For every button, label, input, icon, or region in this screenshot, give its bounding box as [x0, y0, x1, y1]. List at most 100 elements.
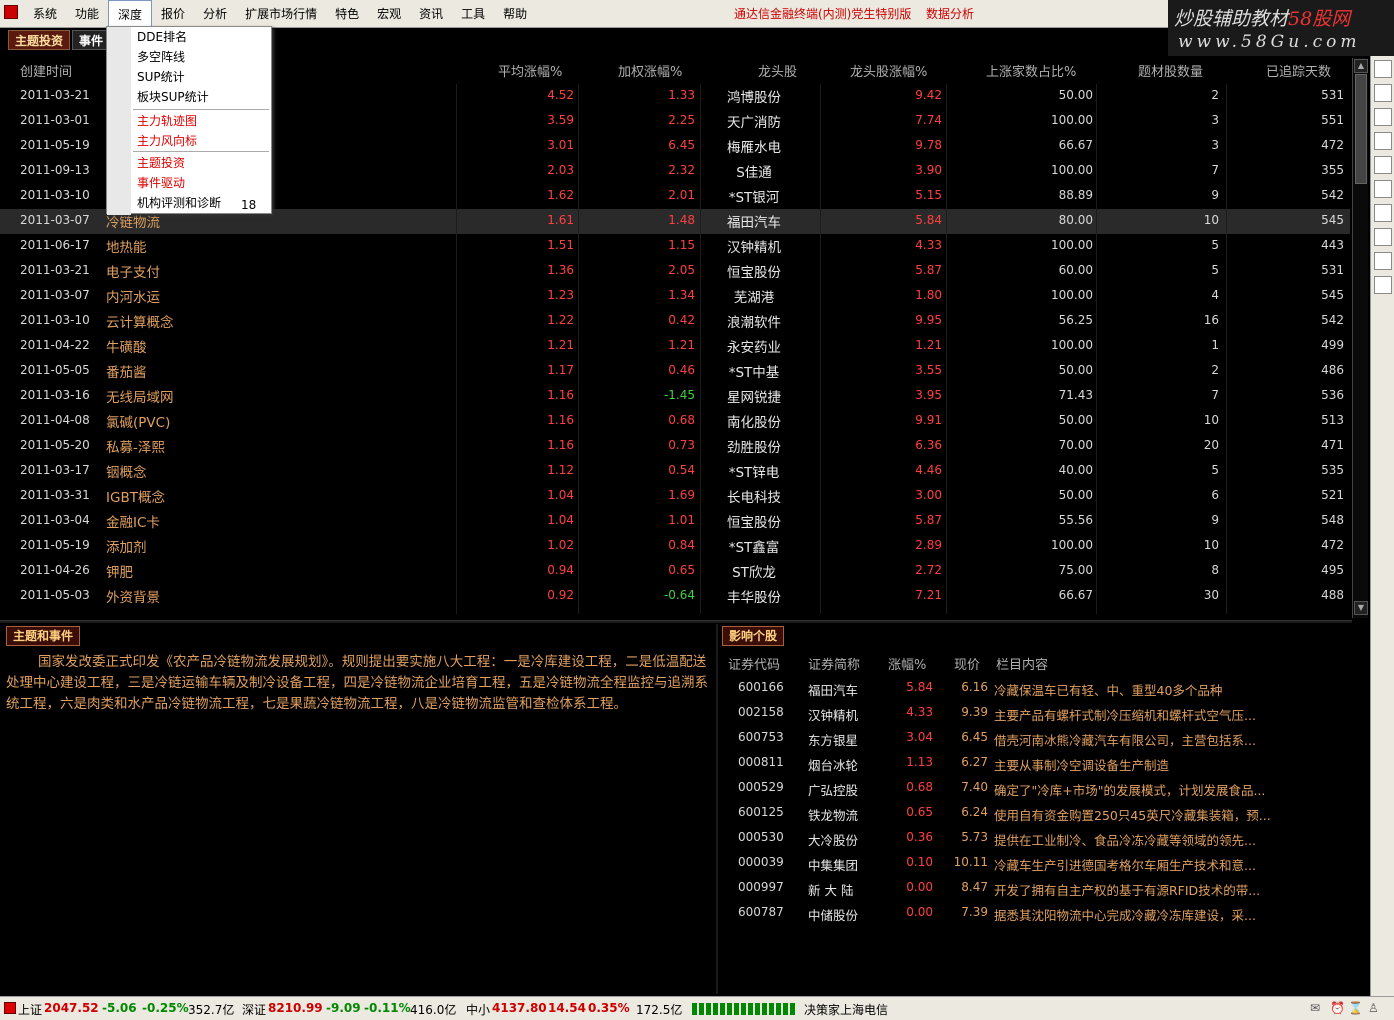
dropdown-item-2[interactable]: SUP统计 — [137, 67, 185, 87]
search-icon[interactable] — [1374, 276, 1392, 294]
sh-value[interactable]: 2047.52 — [44, 1001, 99, 1015]
menu-8[interactable]: 资讯 — [410, 0, 452, 28]
impact-price: 10.11 — [953, 855, 988, 869]
dropdown-item-5[interactable]: 主力风向标 — [137, 131, 197, 151]
alarm-icon[interactable]: ⏰ — [1330, 1001, 1345, 1015]
impact-row[interactable]: 600753 东方银星 3.04 6.45 借壳河南冰熊冷藏汽车有限公司，主营包括系..… — [720, 726, 1350, 751]
chart-icon[interactable] — [1374, 84, 1392, 102]
impact-row[interactable]: 600166 福田汽车 5.84 6.16 冷藏保温车已有轻、中、重型40多个品种 — [720, 676, 1350, 701]
zx-value[interactable]: 4137.80 — [492, 1001, 547, 1015]
impact-col-4[interactable]: 栏目内容 — [996, 654, 1048, 673]
impact-row[interactable]: 000811 烟台冰轮 1.13 6.27 主要从事制冷空调设备生产制造 — [720, 751, 1350, 776]
table-row[interactable]: 2011-04-08 氯碱(PVC) 1.16 0.68 南化股份 9.91 50.00 10… — [0, 409, 1350, 434]
cell-date: 2011-05-03 — [20, 588, 90, 602]
table-row[interactable]: 2011-05-03 外资背景 0.92 -0.64 丰华股份 7.21 66.67 30 48… — [0, 584, 1350, 609]
person-icon[interactable]: ♙ — [1368, 1001, 1379, 1015]
dropdown-item-0[interactable]: DDE排名 — [137, 27, 187, 47]
impact-row[interactable]: 000039 中集集团 0.10 10.11 冷藏车生产引进德国考格尔车厢生产技术和意.… — [720, 851, 1350, 876]
menu-10[interactable]: 帮助 — [494, 0, 536, 28]
col-header-0[interactable]: 创建时间 — [20, 61, 72, 80]
table-row[interactable]: 2011-04-22 牛磺酸 1.21 1.21 永安药业 1.21 100.00 1 499 — [0, 334, 1350, 359]
hourglass-icon[interactable]: ⌛ — [1348, 1001, 1363, 1015]
table-row[interactable]: 2011-03-31 IGBT概念 1.04 1.69 长电科技 3.00 50.00 6 52… — [0, 484, 1350, 509]
impact-chg: 0.36 — [906, 830, 933, 844]
table-row[interactable]: 2011-03-21 电子支付 1.36 2.05 恒宝股份 5.87 60.00 5 531 — [0, 259, 1350, 284]
impact-col-3[interactable]: 现价 — [954, 654, 980, 673]
scroll-down-icon[interactable]: ▼ — [1354, 601, 1368, 615]
dropdown-item-4[interactable]: 主力轨迹图 — [137, 111, 197, 131]
mail-icon[interactable]: ✉ — [1310, 1001, 1320, 1015]
sz-pct: -0.11% — [364, 1001, 411, 1015]
cell-weighted: 1.33 — [668, 88, 695, 102]
list-icon[interactable] — [1374, 132, 1392, 150]
col-header-7[interactable]: 已追踪天数 — [1266, 61, 1331, 80]
menu-4[interactable]: 分析 — [194, 0, 236, 28]
table-row[interactable]: 2011-05-05 番茄酱 1.17 0.46 *ST中基 3.55 50.00 2 486 — [0, 359, 1350, 384]
table-row[interactable]: 2011-05-20 私募-泽熙 1.16 0.73 劲胜股份 6.36 70.00 20 47… — [0, 434, 1350, 459]
table-row[interactable]: 2011-03-10 云计算概念 1.22 0.42 浪潮软件 9.95 56.25 16 54… — [0, 309, 1350, 334]
impact-col-0[interactable]: 证券代码 — [728, 654, 780, 673]
trend-icon[interactable] — [1374, 108, 1392, 126]
col-header-6[interactable]: 题材股数量 — [1138, 61, 1203, 80]
table-row[interactable]: 2011-03-17 铟概念 1.12 0.54 *ST锌电 4.46 40.00 5 535 — [0, 459, 1350, 484]
col-header-1[interactable]: 平均涨幅% — [498, 61, 562, 80]
menu-5[interactable]: 扩展市场行情 — [236, 0, 326, 28]
table-row[interactable]: 2011-03-04 金融IC卡 1.04 1.01 恒宝股份 5.87 55.56 9 548 — [0, 509, 1350, 534]
table-scrollbar[interactable]: ▲ ▼ — [1352, 58, 1368, 618]
scroll-thumb[interactable] — [1355, 74, 1367, 184]
table-row[interactable]: 2011-04-26 钾肥 0.94 0.65 ST欣龙 2.72 75.00 8 495 — [0, 559, 1350, 584]
cell-days: 443 — [1321, 238, 1344, 252]
impact-row[interactable]: 000529 广弘控股 0.68 7.40 确定了"冷库+市场"的发展模式，计划发展食品… — [720, 776, 1350, 801]
fx-icon[interactable] — [1374, 252, 1392, 270]
dropdown-item-1[interactable]: 多空阵线 — [137, 47, 185, 67]
sz-value[interactable]: 8210.99 — [268, 1001, 323, 1015]
impact-code: 600787 — [738, 905, 784, 919]
news-icon[interactable] — [1374, 180, 1392, 198]
tab-event[interactable]: 事件 — [72, 30, 111, 50]
menu-3[interactable]: 报价 — [152, 0, 194, 28]
impact-col-2[interactable]: 涨幅% — [888, 654, 926, 673]
col-header-2[interactable]: 加权涨幅% — [618, 61, 682, 80]
table-row[interactable]: 2011-03-07 内河水运 1.23 1.34 芜湖港 1.80 100.00 4 545 — [0, 284, 1350, 309]
finance-icon[interactable] — [1374, 156, 1392, 174]
quote-icon[interactable] — [1374, 60, 1392, 78]
impact-row[interactable]: 000530 大冷股份 0.36 5.73 提供在工业制冷、食品冷冻冷藏等领域的领先..… — [720, 826, 1350, 851]
scroll-up-icon[interactable]: ▲ — [1354, 59, 1368, 73]
impact-row[interactable]: 600125 铁龙物流 0.65 6.24 使用自有资金购置250只45英尺冷藏集装箱，… — [720, 801, 1350, 826]
impact-chg: 0.00 — [906, 880, 933, 894]
dropdown-item-8[interactable]: 机构评测和诊断 — [137, 193, 221, 213]
impact-col-1[interactable]: 证券简称 — [808, 654, 860, 673]
cell-theme-name: 氯碱(PVC) — [106, 415, 171, 431]
menu-7[interactable]: 宏观 — [368, 0, 410, 28]
table-row[interactable]: 2011-05-19 添加剂 1.02 0.84 *ST鑫富 2.89 100.00 10 47… — [0, 534, 1350, 559]
menu-9[interactable]: 工具 — [452, 0, 494, 28]
tab-theme-invest[interactable]: 主题投资 — [8, 30, 71, 50]
dropdown-item-3[interactable]: 板块SUP统计 — [137, 87, 209, 107]
menu-0[interactable]: 系统 — [24, 0, 66, 28]
cell-date: 2011-03-21 — [20, 88, 90, 102]
impact-row[interactable]: 600787 中储股份 0.00 7.39 据悉其沈阳物流中心完成冷藏冷冻库建设，采..… — [720, 901, 1350, 926]
cell-weighted: 0.84 — [668, 538, 695, 552]
cell-count: 20 — [1203, 438, 1219, 452]
col-header-3[interactable]: 龙头股 — [758, 61, 797, 80]
cell-theme-name: 外资背景 — [106, 590, 160, 606]
cell-leader: 梅雁水电 — [727, 140, 781, 156]
data-analysis-link[interactable]: 数据分析 — [926, 0, 974, 28]
col-header-5[interactable]: 上涨家数占比% — [986, 61, 1076, 80]
cell-leader: 恒宝股份 — [727, 265, 781, 281]
dropdown-item-6[interactable]: 主题投资 — [137, 153, 185, 173]
dropdown-item-7[interactable]: 事件驱动 — [137, 173, 185, 193]
table-row[interactable]: 2011-03-16 无线局域网 1.16 -1.45 星网锐捷 3.95 71.43 7 53… — [0, 384, 1350, 409]
cell-date: 2011-04-26 — [20, 563, 90, 577]
f10-icon[interactable] — [1374, 204, 1392, 222]
menu-2[interactable]: 深度 — [108, 0, 153, 28]
menu-1[interactable]: 功能 — [66, 0, 108, 28]
table-row[interactable]: 2011-06-17 地热能 1.51 1.15 汉钟精机 4.33 100.00 5 443 — [0, 234, 1350, 259]
impact-row[interactable]: 000997 新 大 陆 0.00 8.47 开发了拥有自主产权的基于有源RFID技术的… — [720, 876, 1350, 901]
impact-price: 6.27 — [961, 755, 988, 769]
col-header-4[interactable]: 龙头股涨幅% — [850, 61, 927, 80]
cell-theme-name: 牛磺酸 — [106, 340, 147, 356]
fiz-icon[interactable] — [1374, 228, 1392, 246]
menu-6[interactable]: 特色 — [326, 0, 368, 28]
impact-row[interactable]: 002158 汉钟精机 4.33 9.39 主要产品有螺杆式制冷压缩机和螺杆式空气压..… — [720, 701, 1350, 726]
